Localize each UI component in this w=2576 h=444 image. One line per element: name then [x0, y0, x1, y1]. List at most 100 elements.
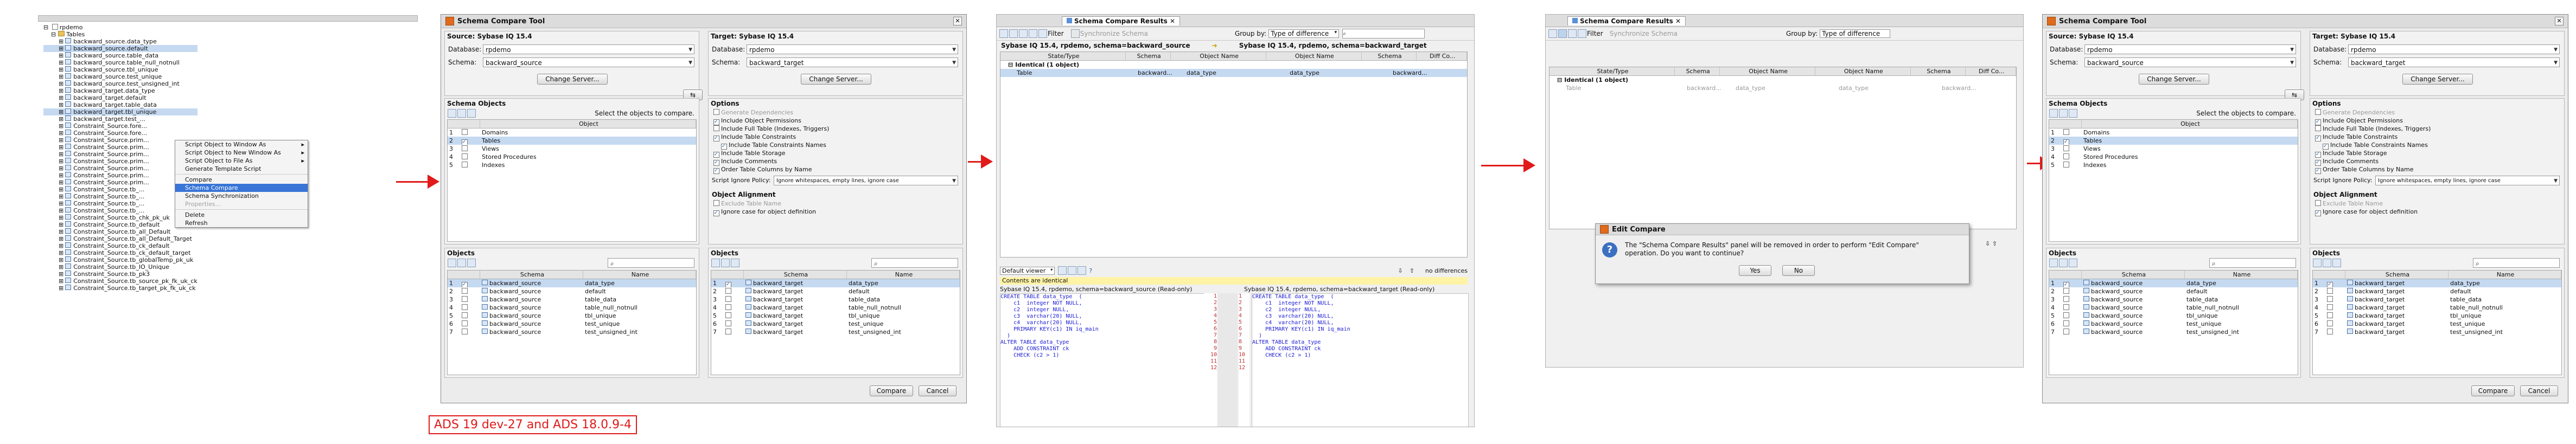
column-header[interactable]: Diff Co... — [1966, 67, 2016, 75]
expand-icon[interactable]: ⊞ — [59, 263, 63, 271]
tree-item-table[interactable]: ⊞ backward_source.default — [43, 45, 197, 52]
expand-icon[interactable]: ⊞ — [59, 45, 63, 52]
objects-search-input[interactable]: ⌕ — [2209, 258, 2296, 268]
tree-item-table[interactable]: ⊞ Constraint_Source.tb_ck_default — [43, 242, 197, 249]
select-icon[interactable] — [2332, 259, 2341, 267]
option-checkbox[interactable]: Generate Dependencies — [2313, 108, 2431, 117]
expand-icon[interactable]: ⊞ — [59, 172, 63, 179]
menu-item[interactable]: Schema Synchronization — [175, 192, 308, 200]
expand-icon[interactable]: ⊞ — [59, 66, 63, 73]
expand-icon[interactable]: ⊞ — [59, 242, 63, 249]
help-icon[interactable]: ? — [1089, 267, 1092, 274]
tree-folder-tables[interactable]: ⊟ Tables — [43, 31, 197, 38]
swap-icon[interactable] — [1029, 29, 1037, 38]
expand-icon[interactable]: ⊞ — [59, 38, 63, 45]
menu-item[interactable]: Script Object to New Window As ▸ — [175, 149, 308, 157]
tree-root[interactable]: ⊟ rpdemo — [43, 24, 197, 31]
close-icon[interactable]: ✕ — [2555, 17, 2564, 25]
database-select[interactable]: rpdemo ▼ — [483, 44, 694, 54]
object-checkbox[interactable] — [2063, 296, 2069, 302]
tree-item-table[interactable]: ⊞ backward_source.tbl_unique — [43, 66, 197, 73]
object-checkbox[interactable] — [462, 288, 468, 294]
zoom-icon[interactable] — [1077, 266, 1087, 275]
select-icon[interactable] — [467, 109, 476, 118]
left-code-pane[interactable]: CREATE TABLE data_type ( c1 integer NOT … — [1000, 293, 1205, 427]
select-icon[interactable] — [2069, 259, 2077, 267]
check-all-icon[interactable] — [2049, 109, 2058, 118]
object-type-row[interactable]: 5 Indexes — [448, 161, 696, 169]
object-row[interactable]: 2 backward_source default — [2049, 287, 2298, 295]
option-checkbox[interactable]: Include Full Table (Indexes, Triggers) — [712, 125, 829, 133]
change-server-button[interactable]: Change Server... — [2139, 74, 2209, 85]
select-icon[interactable] — [2069, 109, 2077, 118]
column-header[interactable]: Schema — [1911, 67, 1966, 75]
expand-icon[interactable]: ⊞ — [59, 130, 63, 137]
tree-item-table[interactable]: ⊞ backward_source.table_data — [43, 52, 197, 59]
tree-item-table[interactable]: ⊞ Constraint_Source.fore... — [43, 123, 197, 130]
object-row[interactable]: 6 backward_source test_unique — [448, 320, 696, 328]
expand-icon[interactable] — [999, 29, 1008, 38]
object-row[interactable]: 3 backward_source table_data — [2049, 295, 2298, 304]
expand-icon[interactable]: ⊞ — [59, 59, 63, 66]
menu-item[interactable]: Compare — [175, 176, 308, 184]
expand-icon[interactable]: ⊞ — [59, 151, 63, 158]
right-code-pane[interactable]: CREATE TABLE data_type ( c1 integer NOT … — [1252, 293, 1469, 427]
refresh-icon[interactable] — [1568, 29, 1577, 38]
objects-search-input[interactable]: ⌕ — [608, 258, 694, 268]
expand-icon[interactable]: ⊞ — [59, 123, 63, 130]
expand-icon[interactable]: ⊞ — [59, 200, 63, 207]
column-header[interactable]: Schema — [1675, 67, 1720, 75]
column-header[interactable]: State/Type — [1000, 52, 1126, 60]
object-row[interactable]: 7 backward_target test_unsigned_int — [711, 328, 960, 336]
menu-item[interactable]: Delete — [175, 211, 308, 219]
object-row[interactable]: 5 backward_source tbl_unique — [448, 312, 696, 320]
change-server-button[interactable]: Change Server... — [537, 74, 608, 85]
option-checkbox[interactable]: Generate Dependencies — [712, 108, 829, 117]
object-row[interactable]: 2 backward_target default — [711, 287, 960, 295]
change-server-button[interactable]: Change Server... — [2402, 74, 2473, 85]
tree-item-table[interactable]: ⊞ backward_target.test_... — [43, 115, 197, 123]
group-by-select[interactable]: Type of difference — [1820, 29, 1891, 38]
uncheck-all-icon[interactable] — [2059, 109, 2068, 118]
expand-icon[interactable]: ⊞ — [59, 165, 63, 172]
database-select[interactable]: rpdemo ▼ — [747, 44, 958, 54]
object-row[interactable]: 1backward_targetdata_type — [711, 279, 960, 287]
expand-icon[interactable]: ⊞ — [59, 115, 63, 123]
expand-icon[interactable]: ⊞ — [59, 285, 63, 292]
object-type-checkbox[interactable] — [462, 162, 468, 168]
object-row[interactable]: 1backward_targetdata_type — [2313, 279, 2561, 287]
option-checkbox[interactable]: Order Table Columns by Name — [712, 165, 829, 174]
tree-item-table[interactable]: ⊞ backward_source.table_null_notnull — [43, 59, 197, 66]
next-diff-icon[interactable]: ⇩ — [1398, 267, 1402, 274]
object-checkbox[interactable] — [462, 304, 468, 310]
object-type-checkbox[interactable] — [462, 139, 468, 145]
object-row[interactable]: 6 backward_target test_unique — [711, 320, 960, 328]
filter-icon[interactable] — [1578, 29, 1586, 38]
option-checkbox[interactable]: Include Table Constraints — [2313, 133, 2431, 141]
object-checkbox[interactable] — [2327, 312, 2333, 318]
object-checkbox[interactable] — [462, 329, 468, 334]
collapse-icon[interactable]: ⊟ — [1008, 61, 1013, 69]
object-row[interactable]: 1backward_sourcedata_type — [2049, 279, 2298, 287]
column-header[interactable]: Object Name — [1266, 52, 1362, 60]
object-type-checkbox[interactable] — [2063, 139, 2069, 145]
check-all-icon[interactable] — [711, 259, 720, 267]
yes-button[interactable]: Yes — [1739, 265, 1771, 276]
group-by-select[interactable]: Type of difference ▾ — [1268, 29, 1340, 38]
copy-icon[interactable] — [1068, 266, 1077, 275]
object-row[interactable]: 4 backward_source table_null_notnull — [448, 304, 696, 312]
compare-button[interactable]: Compare — [870, 385, 913, 396]
menu-item[interactable]: Script Object to File As ▸ — [175, 157, 308, 165]
object-checkbox[interactable] — [2063, 329, 2069, 334]
database-select[interactable]: rpdemo ▼ — [2348, 44, 2560, 54]
object-checkbox[interactable] — [725, 304, 731, 310]
ignore-policy-select[interactable]: Ignore whitespaces, empty lines, ignore … — [2375, 176, 2560, 185]
object-row[interactable]: 5 backward_target tbl_unique — [2313, 312, 2561, 320]
tree-item-table[interactable]: ⊞ Constraint_Source.fore... — [43, 130, 197, 137]
object-checkbox[interactable] — [2327, 320, 2333, 326]
object-row[interactable]: 5 backward_target tbl_unique — [711, 312, 960, 320]
expand-icon[interactable]: ⊞ — [59, 249, 63, 256]
compare-mode-icon[interactable] — [1058, 266, 1067, 275]
expand-icon[interactable]: ⊞ — [59, 278, 63, 285]
select-icon[interactable] — [731, 259, 739, 267]
